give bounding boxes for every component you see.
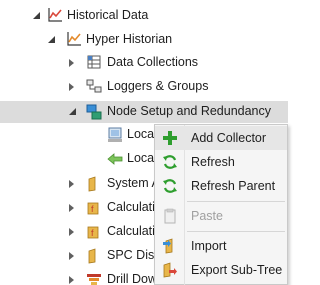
menu-item-label: Export Sub-Tree (191, 263, 283, 277)
menu-item-import[interactable]: Import (155, 234, 287, 258)
tree-item-data-collections[interactable]: Data Collections (0, 52, 288, 74)
tree-view: Historical Data Hyper Historian Data Col… (0, 0, 288, 285)
menu-item-refresh-parent[interactable]: Refresh Parent (155, 174, 287, 198)
menu-item-refresh[interactable]: Refresh (155, 150, 287, 174)
node-setup-icon (86, 104, 102, 120)
menu-item-add-collector[interactable]: Add Collector (155, 126, 287, 150)
drill-down-icon (86, 272, 102, 285)
paste-icon (162, 208, 178, 224)
menu-item-label: Refresh (191, 155, 235, 169)
menu-item-paste[interactable]: Paste (155, 204, 287, 228)
tree-item-label: Node Setup and Redundancy (107, 104, 272, 118)
tree-item-node-setup[interactable]: Node Setup and Redundancy (0, 101, 288, 123)
loggers-groups-icon (86, 78, 102, 94)
collapse-arrow-icon[interactable] (69, 108, 76, 115)
historical-data-icon (47, 7, 63, 23)
menu-item-label: Import (191, 239, 227, 253)
menu-item-label: Refresh Parent (191, 179, 276, 193)
folder-icon (86, 248, 102, 264)
collapse-arrow-icon[interactable] (33, 12, 40, 19)
refresh-icon (162, 154, 178, 170)
menu-item-export-subtree[interactable]: Export Sub-Tree (155, 258, 287, 282)
tree-item-label: System A (107, 176, 160, 190)
tree-item-label: Data Collections (107, 55, 199, 69)
hyper-historian-icon (66, 31, 82, 47)
expand-arrow-icon[interactable] (69, 204, 74, 212)
menu-item-label: Add Collector (191, 131, 267, 145)
tree-item-label: Loggers & Groups (107, 79, 209, 93)
collapse-arrow-icon[interactable] (48, 36, 55, 43)
expand-arrow-icon[interactable] (69, 252, 74, 260)
calculation-icon: f (86, 224, 102, 240)
server-icon (107, 127, 123, 143)
expand-arrow-icon[interactable] (69, 180, 74, 188)
menu-separator (187, 231, 285, 232)
calculation-icon: f (86, 200, 102, 216)
tree-item-historical-data[interactable]: Historical Data (0, 5, 288, 27)
menu-item-label: Paste (191, 209, 223, 223)
plus-icon (162, 130, 178, 146)
left-arrow-icon (107, 151, 123, 167)
refresh-parent-icon (162, 178, 178, 194)
import-icon (162, 238, 178, 254)
tree-item-label: Local (127, 127, 157, 141)
tree-item-label: Local (127, 151, 157, 165)
menu-separator (187, 201, 285, 202)
folder-icon (86, 176, 102, 192)
expand-arrow-icon[interactable] (69, 228, 74, 236)
expand-arrow-icon[interactable] (69, 83, 74, 91)
data-collections-icon (86, 54, 102, 70)
export-icon (162, 262, 178, 278)
expand-arrow-icon[interactable] (69, 276, 74, 284)
tree-item-hyper-historian[interactable]: Hyper Historian (0, 29, 288, 51)
expand-arrow-icon[interactable] (69, 59, 74, 67)
tree-item-label: Historical Data (67, 8, 149, 22)
tree-item-label: Hyper Historian (86, 32, 173, 46)
tree-item-loggers-groups[interactable]: Loggers & Groups (0, 76, 288, 98)
context-menu: Add Collector Refresh Refresh Parent Pas… (154, 124, 288, 285)
